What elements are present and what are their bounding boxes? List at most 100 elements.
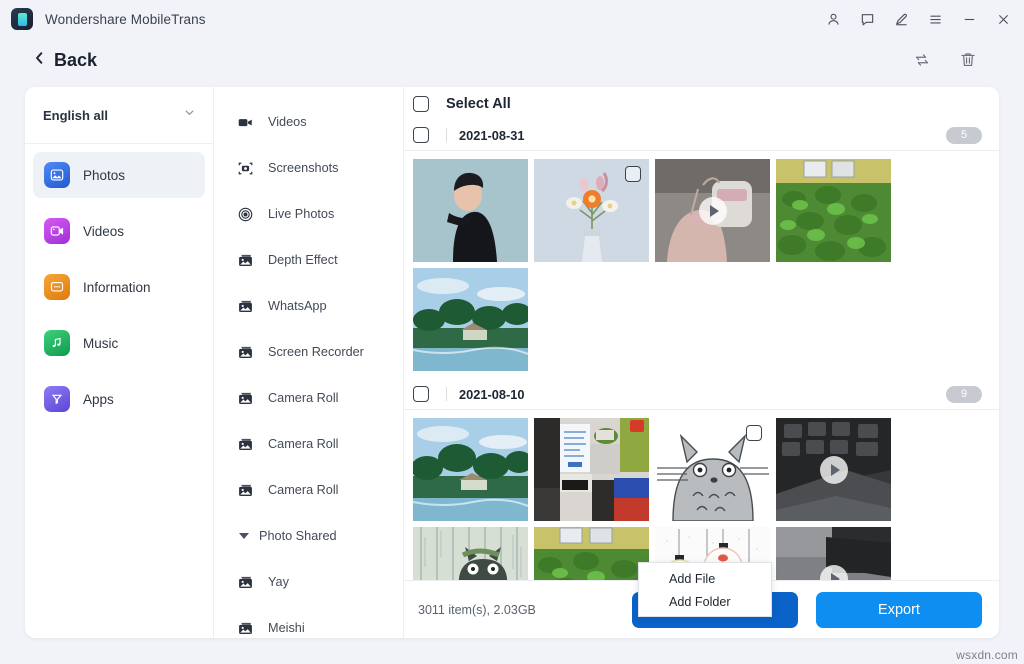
videos-icon	[44, 218, 70, 244]
photo-stack-icon	[236, 251, 255, 270]
video-play-icon	[699, 197, 727, 225]
album-label: Videos	[268, 115, 307, 129]
thumbnail-item[interactable]	[534, 527, 649, 580]
triangle-down-icon	[239, 533, 249, 539]
album-item-camera-roll-2[interactable]: Camera Roll	[214, 421, 403, 467]
sidebar-item-information[interactable]: Information	[33, 264, 205, 310]
album-label: Camera Roll	[268, 391, 339, 405]
music-icon	[44, 330, 70, 356]
album-label: WhatsApp	[268, 299, 327, 313]
window-controls	[816, 4, 1024, 34]
edit-icon[interactable]	[884, 4, 918, 34]
album-group-photo-shared[interactable]: Photo Shared	[214, 513, 403, 559]
category-sidebar: English all Photos Videos	[25, 87, 214, 638]
account-icon[interactable]	[816, 4, 850, 34]
group-checkbox[interactable]	[413, 127, 429, 143]
album-list: Videos Screenshots Live Photos	[214, 87, 404, 638]
select-all-row[interactable]: Select All	[404, 87, 999, 120]
group-header: 2021-08-10 9	[404, 379, 999, 410]
album-item-videos[interactable]: Videos	[214, 99, 403, 145]
select-all-checkbox[interactable]	[413, 96, 429, 112]
sidebar-item-videos[interactable]: Videos	[33, 208, 205, 254]
photo-stack-icon	[236, 481, 255, 500]
sidebar-item-photos[interactable]: Photos	[33, 152, 205, 198]
album-item-live-photos[interactable]: Live Photos	[214, 191, 403, 237]
mobiletrans-logo	[11, 8, 33, 30]
title-bar: Wondershare MobileTrans	[0, 0, 1024, 38]
thumbnail-item[interactable]	[776, 159, 891, 262]
nav-bar: Back	[0, 40, 1024, 80]
album-item-whatsapp[interactable]: WhatsApp	[214, 283, 403, 329]
thumbnail-item[interactable]	[655, 159, 770, 262]
language-selector[interactable]: English all	[25, 87, 213, 144]
video-play-icon	[820, 456, 848, 484]
album-label: Camera Roll	[268, 483, 339, 497]
thumbnail-item[interactable]	[413, 527, 528, 580]
album-label: Yay	[268, 575, 289, 589]
photo-stack-icon	[236, 389, 255, 408]
app-window: Wondershare MobileTrans	[0, 0, 1024, 664]
screenshot-icon	[236, 159, 255, 178]
sidebar-item-label: Music	[83, 336, 118, 351]
sidebar-item-label: Photos	[83, 168, 125, 183]
thumbnail-item[interactable]	[534, 159, 649, 262]
main-card: English all Photos Videos	[25, 87, 999, 638]
photos-icon	[44, 162, 70, 188]
menu-item-add-folder[interactable]: Add Folder	[639, 590, 771, 613]
gallery-panel: Select All 2021-08-31 5	[404, 87, 999, 638]
live-photo-icon	[236, 205, 255, 224]
photo-stack-icon	[236, 343, 255, 362]
album-label: Meishi	[268, 621, 305, 635]
group-header: 2021-08-31 5	[404, 120, 999, 151]
sidebar-item-label: Videos	[83, 224, 124, 239]
thumbnail-item[interactable]	[413, 268, 528, 371]
back-button[interactable]: Back	[33, 50, 97, 71]
album-item-meishi[interactable]: Meishi	[214, 605, 403, 638]
album-label: Camera Roll	[268, 437, 339, 451]
minimize-icon[interactable]	[952, 4, 986, 34]
group-date: 2021-08-10	[459, 387, 524, 402]
language-value: English all	[43, 108, 108, 123]
close-icon[interactable]	[986, 4, 1020, 34]
thumbnail-checkbox[interactable]	[625, 166, 641, 182]
group-count-badge: 5	[946, 127, 982, 144]
nav-tools	[912, 50, 1024, 70]
photo-stack-icon	[236, 297, 255, 316]
menu-icon[interactable]	[918, 4, 952, 34]
album-item-camera-roll-1[interactable]: Camera Roll	[214, 375, 403, 421]
photo-stack-icon	[236, 573, 255, 592]
album-item-screenshots[interactable]: Screenshots	[214, 145, 403, 191]
group-count-badge: 9	[946, 386, 982, 403]
export-button[interactable]: Export	[816, 592, 982, 628]
album-item-screen-recorder[interactable]: Screen Recorder	[214, 329, 403, 375]
chevron-left-icon	[33, 50, 45, 71]
feedback-icon[interactable]	[850, 4, 884, 34]
thumbnail-checkbox[interactable]	[746, 425, 762, 441]
apps-icon	[44, 386, 70, 412]
sidebar-item-music[interactable]: Music	[33, 320, 205, 366]
information-icon	[44, 274, 70, 300]
item-count-label: 3011 item(s), 2.03GB	[418, 603, 536, 617]
album-label: Screenshots	[268, 161, 339, 175]
album-item-yay[interactable]: Yay	[214, 559, 403, 605]
album-item-depth-effect[interactable]: Depth Effect	[214, 237, 403, 283]
menu-item-add-file[interactable]: Add File	[639, 567, 771, 590]
thumbnail-item[interactable]	[655, 418, 770, 521]
import-dropdown-menu: Add File Add Folder	[638, 562, 772, 617]
chevron-down-icon	[183, 106, 196, 124]
gallery-scroll[interactable]: Select All 2021-08-31 5	[404, 87, 999, 580]
album-item-camera-roll-3[interactable]: Camera Roll	[214, 467, 403, 513]
thumbnail-item[interactable]	[534, 418, 649, 521]
sidebar-item-apps[interactable]: Apps	[33, 376, 205, 422]
trash-icon[interactable]	[958, 50, 978, 70]
thumbnail-item[interactable]	[776, 418, 891, 521]
app-title: Wondershare MobileTrans	[45, 12, 206, 27]
select-all-label: Select All	[446, 96, 511, 112]
sidebar-item-label: Information	[83, 280, 151, 295]
thumbnail-item[interactable]	[776, 527, 891, 580]
thumbnail-item[interactable]	[413, 159, 528, 262]
refresh-icon[interactable]	[912, 50, 932, 70]
group-checkbox[interactable]	[413, 386, 429, 402]
thumbnail-item[interactable]	[413, 418, 528, 521]
album-group-label: Photo Shared	[259, 529, 337, 543]
